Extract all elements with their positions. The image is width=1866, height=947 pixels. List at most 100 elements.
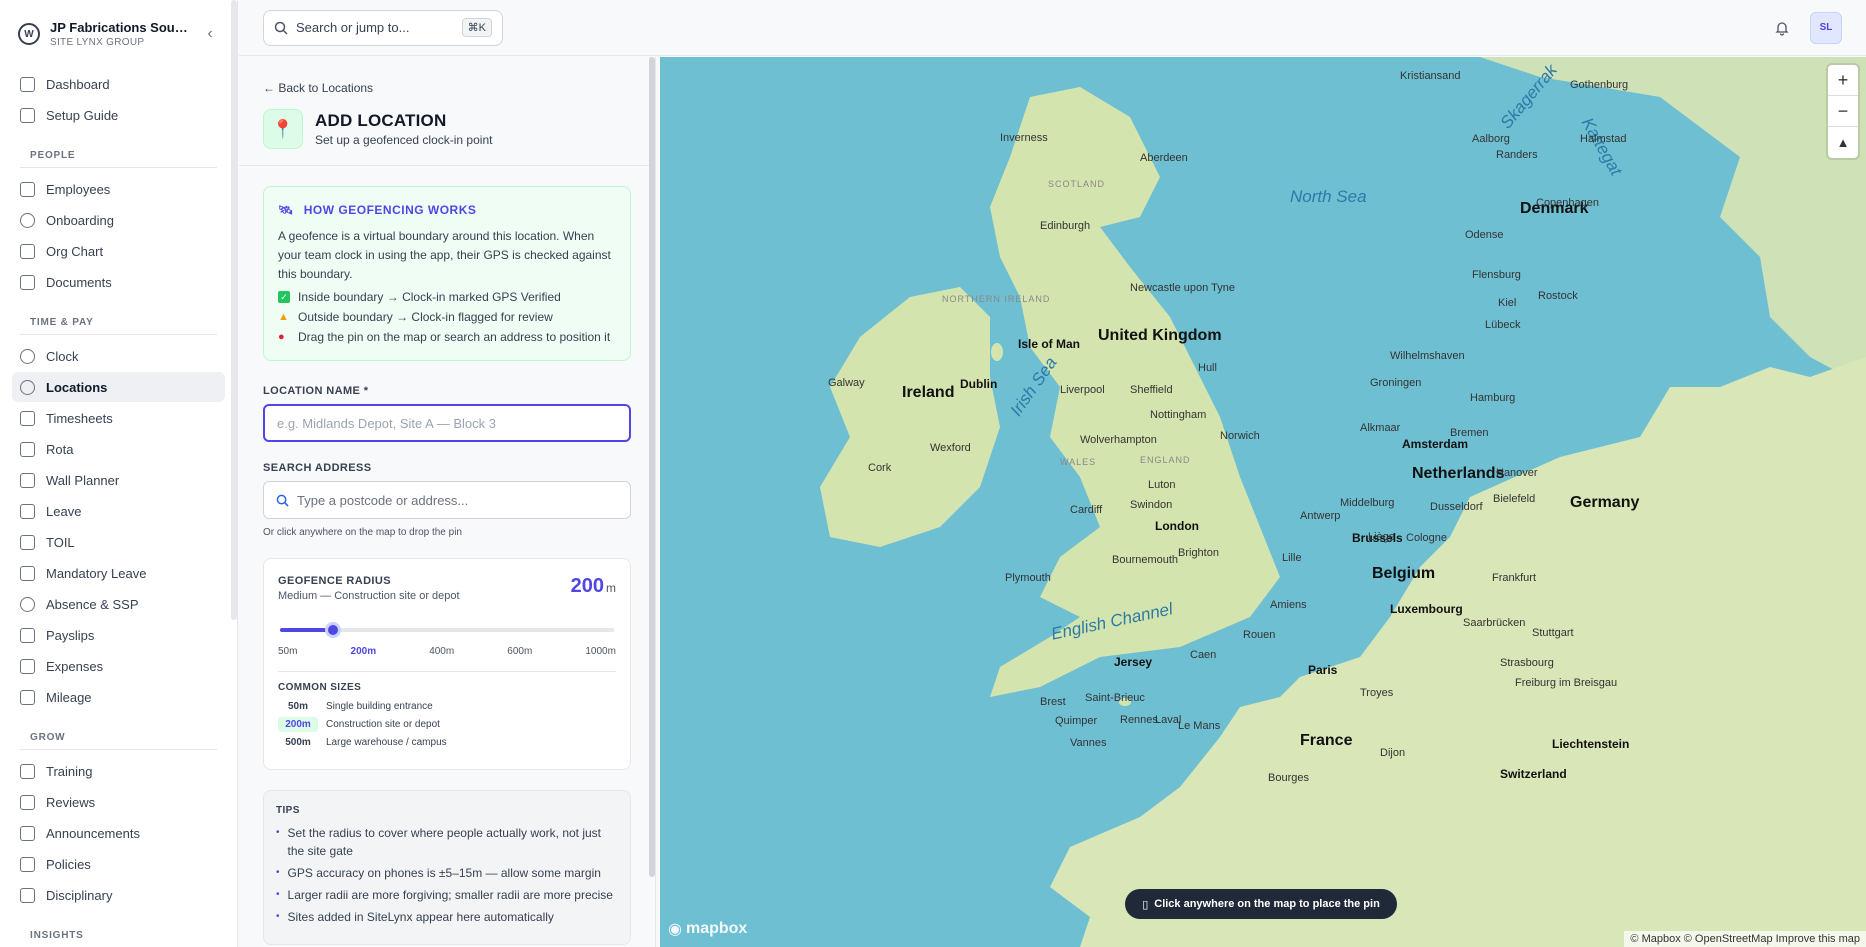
tip-text: Set the radius to cover where people act… (287, 826, 602, 858)
slider-thumb[interactable] (325, 622, 342, 638)
location-name-input[interactable]: e.g. Midlands Depot, Site A — Block 3 (263, 404, 631, 442)
sidebar-item-documents[interactable]: Documents (12, 267, 225, 297)
sidebar-item-label: Clock (46, 348, 79, 364)
sidebar-item-org-chart[interactable]: Org Chart (12, 236, 225, 266)
sidebar-item-leave[interactable]: Leave (12, 496, 225, 526)
reviews-icon (20, 794, 35, 810)
map-base[interactable] (660, 57, 1866, 947)
slider-tick: 600m (507, 646, 533, 657)
zoom-in-button[interactable]: + (1828, 65, 1858, 96)
map-label-united-kingdom: United Kingdom (1098, 327, 1222, 344)
sidebar-item-label: Org Chart (46, 243, 104, 259)
absence-ssp-icon (20, 596, 35, 612)
sidebar-scrollbar[interactable] (231, 0, 237, 620)
radius-value: 200 (570, 575, 604, 597)
sidebar-item-timesheets[interactable]: Timesheets (12, 403, 225, 433)
tip-text: Sites added in SiteLynx appear here auto… (287, 910, 554, 924)
land-isle-of-man (991, 343, 1003, 361)
tip-item: • Set the radius to cover where people ac… (276, 824, 618, 860)
map-city-label: Antwerp (1300, 510, 1341, 522)
sidebar-item-setup-guide[interactable]: Setup Guide (12, 100, 225, 130)
sidebar-item-training[interactable]: Training (12, 756, 225, 786)
sidebar-item-label: Announcements (46, 825, 140, 841)
sidebar-item-label: Policies (46, 856, 91, 872)
sidebar-item-clock[interactable]: Clock (12, 341, 225, 371)
map-attribution[interactable]: © Mapbox © OpenStreetMap Improve this ma… (1624, 931, 1866, 947)
search-address-input[interactable]: Type a postcode or address... (263, 481, 631, 519)
common-size-row[interactable]: 200m Construction site or depot (278, 717, 616, 732)
info-row-drag: Drag the pin on the map or search an add… (298, 330, 611, 344)
radius-description: Medium — Construction site or depot (278, 590, 460, 602)
map-label-switzerland: Switzerland (1500, 767, 1567, 781)
sidebar-item-expenses[interactable]: Expenses (12, 651, 225, 681)
map-label-liechtenstein: Liechtenstein (1552, 737, 1630, 751)
sidebar-section-insights: INSIGHTS (20, 916, 217, 947)
map-city-label: Caen (1190, 649, 1217, 661)
sidebar-item-label: Absence & SSP (46, 596, 139, 612)
back-to-locations-link[interactable]: ← Back to Locations (263, 81, 631, 95)
employees-icon (20, 181, 35, 197)
sidebar-item-onboarding[interactable]: Onboarding (12, 205, 225, 235)
wall-planner-icon (20, 472, 35, 488)
map-city-label: Quimper (1055, 715, 1098, 727)
org-switcher[interactable]: W JP Fabrications Sou… SITE LYNX GROUP ‹ (0, 0, 237, 68)
sidebar-item-absence-ssp[interactable]: Absence & SSP (12, 589, 225, 619)
sidebar-item-wall-planner[interactable]: Wall Planner (12, 465, 225, 495)
sidebar-item-announcements[interactable]: Announcements (12, 818, 225, 848)
sidebar-item-reviews[interactable]: Reviews (12, 787, 225, 817)
location-name-label: LOCATION NAME * (263, 385, 369, 397)
sidebar-item-employees[interactable]: Employees (12, 174, 225, 204)
disciplinary-icon (20, 887, 35, 903)
sidebar-item-label: Payslips (46, 627, 95, 643)
map-city-label: Alkmaar (1360, 422, 1401, 434)
global-search[interactable]: Search or jump to... ⌘K (263, 9, 503, 46)
bell-icon[interactable] (1774, 20, 1790, 36)
compass-button[interactable]: ▲ (1828, 127, 1858, 158)
satellite-icon: 🛰 (278, 203, 294, 217)
map-city-label: Cork (868, 462, 892, 474)
sidebar-item-payslips[interactable]: Payslips (12, 620, 225, 650)
geofence-radius-card: GEOFENCE RADIUS Medium — Construction si… (263, 558, 631, 770)
map-label-edinburgh: Edinburgh (1040, 220, 1091, 232)
sidebar-item-rota[interactable]: Rota (12, 434, 225, 464)
zoom-out-button[interactable]: − (1828, 96, 1858, 127)
radius-label: GEOFENCE RADIUS (278, 575, 391, 587)
common-size-row[interactable]: 50m Single building entrance (278, 699, 616, 714)
map-city-label: Strasbourg (1500, 657, 1554, 669)
sidebar-item-locations[interactable]: Locations (12, 372, 225, 402)
common-size-desc: Large warehouse / campus (326, 737, 447, 748)
mapbox-logo[interactable]: ◉ mapbox (668, 919, 747, 939)
sidebar-item-mandatory-leave[interactable]: Mandatory Leave (12, 558, 225, 588)
page-title: ADD LOCATION (315, 111, 447, 130)
common-size-chip: 200m (278, 717, 318, 732)
place-pin-toast: ▯ Click anywhere on the map to place the… (1125, 889, 1397, 919)
sidebar-item-policies[interactable]: Policies (12, 849, 225, 879)
radius-slider[interactable] (280, 622, 614, 638)
expenses-icon (20, 658, 35, 674)
pin-icon: ● (278, 331, 285, 343)
bullet-icon: • (276, 889, 280, 900)
global-search-placeholder: Search or jump to... (296, 20, 410, 35)
map-city-label: Sheffield (1130, 384, 1173, 396)
map-city-label: Bournemouth (1112, 554, 1179, 566)
user-avatar[interactable]: SL (1810, 11, 1842, 44)
collapse-sidebar-icon[interactable]: ‹ (201, 25, 219, 43)
sidebar-item-mileage[interactable]: Mileage (12, 682, 225, 712)
check-icon: ✓ (278, 291, 290, 303)
search-icon (276, 494, 289, 507)
sidebar-item-label: Rota (46, 441, 74, 457)
sidebar-item-toil[interactable]: TOIL (12, 527, 225, 557)
common-size-row[interactable]: 500m Large warehouse / campus (278, 735, 616, 750)
sidebar-item-dashboard[interactable]: Dashboard (12, 69, 225, 99)
map-label-amsterdam: Amsterdam (1402, 437, 1469, 451)
map-click-hint: Or click anywhere on the map to drop the… (263, 527, 462, 538)
sidebar-item-label: Mileage (46, 689, 92, 705)
timesheets-icon (20, 410, 35, 426)
panel-scrollbar[interactable] (649, 57, 655, 877)
map-city-label: Brighton (1178, 547, 1219, 559)
search-icon (274, 21, 288, 35)
map-city-label: Odense (1465, 229, 1504, 241)
sidebar-item-disciplinary[interactable]: Disciplinary (12, 880, 225, 910)
map-label-paris: Paris (1308, 663, 1338, 677)
map-canvas[interactable]: North Sea Irish Sea English Channel Skagerr… (660, 57, 1866, 947)
